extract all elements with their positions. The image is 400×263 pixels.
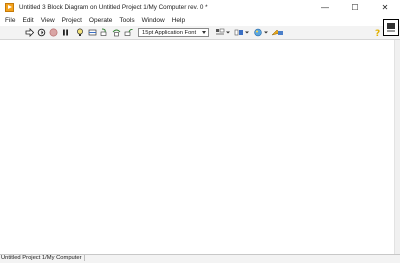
step-out-icon[interactable] xyxy=(124,28,133,37)
clean-up-diagram-icon[interactable] xyxy=(271,28,286,37)
reorder-icon[interactable] xyxy=(253,28,268,37)
svg-text:?: ? xyxy=(375,29,380,37)
menu-operate[interactable]: Operate xyxy=(85,17,116,24)
menu-project[interactable]: Project xyxy=(58,17,85,24)
menu-window[interactable]: Window xyxy=(138,17,168,24)
step-into-icon[interactable] xyxy=(100,28,109,37)
highlight-execution-icon[interactable] xyxy=(76,28,85,37)
retain-wire-values-icon[interactable] xyxy=(88,28,97,37)
abort-execution-icon[interactable] xyxy=(49,28,58,37)
step-over-icon[interactable] xyxy=(112,28,121,37)
block-diagram-toolbar: 15pt Application Font xyxy=(0,26,400,40)
menu-edit[interactable]: Edit xyxy=(19,17,37,24)
status-bar: Untitled Project 1/My Computer xyxy=(0,254,400,263)
maximize-button[interactable]: ☐ xyxy=(340,0,370,15)
run-arrow-icon[interactable] xyxy=(25,28,34,37)
menu-bar: File Edit View Project Operate Tools Win… xyxy=(0,15,400,26)
minimize-button[interactable]: — xyxy=(310,0,340,15)
distribute-objects-icon[interactable] xyxy=(234,28,249,37)
title-bar: Untitled 3 Block Diagram on Untitled Pro… xyxy=(0,0,400,15)
context-help-icon[interactable]: ? xyxy=(373,28,382,39)
close-button[interactable]: ✕ xyxy=(370,0,400,15)
project-context-label: Untitled Project 1/My Computer xyxy=(1,255,85,261)
window-controls: — ☐ ✕ xyxy=(310,0,400,15)
menu-tools[interactable]: Tools xyxy=(116,17,138,24)
pause-icon[interactable] xyxy=(61,28,70,37)
vertical-scrollbar[interactable] xyxy=(394,40,400,254)
labview-app-icon xyxy=(5,3,14,12)
window-title: Untitled 3 Block Diagram on Untitled Pro… xyxy=(19,4,208,11)
chevron-down-icon xyxy=(202,31,206,34)
run-continuously-icon[interactable] xyxy=(37,28,46,37)
menu-view[interactable]: View xyxy=(37,17,58,24)
align-objects-icon[interactable] xyxy=(215,28,230,37)
menu-file[interactable]: File xyxy=(0,17,19,24)
block-diagram-canvas[interactable] xyxy=(0,40,394,254)
font-select-label: 15pt Application Font xyxy=(142,29,197,36)
menu-help[interactable]: Help xyxy=(168,17,188,24)
vi-icon[interactable] xyxy=(383,19,399,36)
text-settings-dropdown[interactable]: 15pt Application Font xyxy=(138,28,209,37)
